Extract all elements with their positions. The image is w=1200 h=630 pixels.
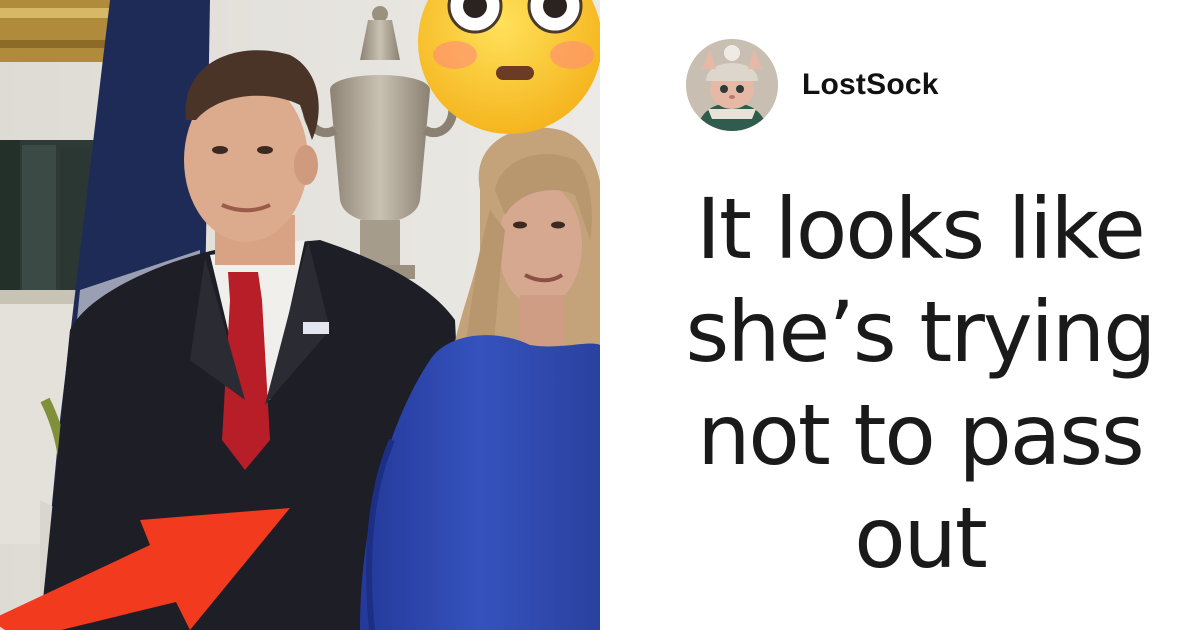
quote-line: she’s trying (685, 283, 1157, 381)
quote-line: out (854, 489, 988, 587)
quote-text: It looks like she’s trying not to pass o… (640, 178, 1200, 590)
author-header: LostSock (686, 39, 939, 131)
quote-line: not to pass (697, 386, 1145, 484)
post-card: LostSock It looks like she’s trying not … (600, 0, 1200, 630)
hairless-cat-in-knit-hat-avatar (686, 39, 778, 131)
quote-line: It looks like (696, 180, 1146, 278)
author-name[interactable]: LostSock (802, 68, 939, 102)
meme-photo (0, 0, 600, 630)
